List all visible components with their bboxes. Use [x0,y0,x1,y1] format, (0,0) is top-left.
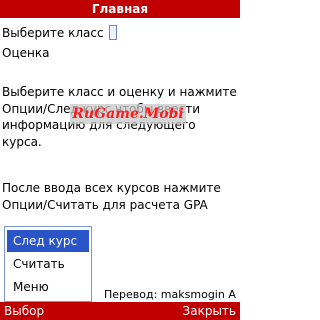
softkey-bar: Выбор Закрыть [0,302,240,320]
class-row: Выберите класс [2,24,238,42]
options-menu: След курс Считать Меню [4,226,92,302]
watermark: RuGame.Mobi [70,104,186,124]
menu-item-next-course[interactable]: След курс [7,230,89,252]
softkey-select[interactable]: Выбор [4,302,44,320]
screen-title: Главная [91,2,149,16]
grade-label[interactable]: Оценка [2,46,49,60]
instructions-paragraph-2: После ввода всех курсов нажмите Опции/Сч… [2,181,221,212]
title-bar: Главная [0,0,240,18]
menu-item-calculate[interactable]: Считать [7,253,89,275]
translator-credit: Перевод: maksmogin A [104,288,236,301]
menu-item-menu[interactable]: Меню [7,276,89,298]
class-label: Выберите класс [2,26,104,40]
softkey-close[interactable]: Закрыть [183,302,236,320]
class-select[interactable] [109,25,118,40]
